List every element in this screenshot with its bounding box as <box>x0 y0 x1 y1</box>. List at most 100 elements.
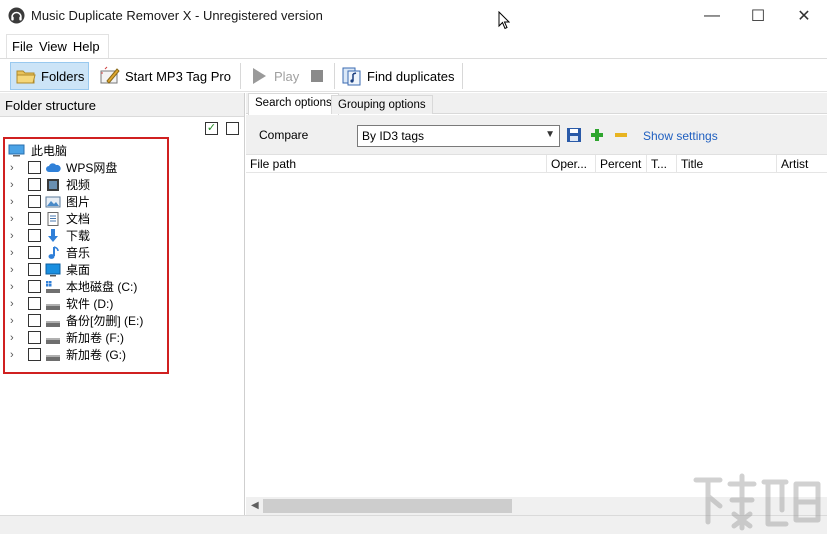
close-button[interactable]: ✕ <box>781 0 827 31</box>
tree-node[interactable]: › 下载 <box>3 227 243 244</box>
expand-chevron-icon[interactable]: › <box>10 264 19 276</box>
column-header-artist[interactable]: Artist <box>777 155 827 173</box>
expand-chevron-icon[interactable]: › <box>10 247 19 259</box>
node-checkbox[interactable] <box>28 212 41 225</box>
folder-tree: 此电脑 › WPS网盘 › 视频 › 图片 › 文档 › 下载 › 音乐 › 桌… <box>3 142 243 363</box>
node-label: 备份[勿删] (E:) <box>66 314 144 328</box>
save-icon[interactable] <box>566 127 582 143</box>
expand-chevron-icon[interactable]: › <box>10 196 19 208</box>
expand-chevron-icon[interactable]: › <box>10 230 19 242</box>
node-label: WPS网盘 <box>66 161 118 175</box>
node-checkbox[interactable] <box>28 263 41 276</box>
menu-help[interactable]: Help <box>70 39 103 54</box>
drive-icon <box>46 303 60 310</box>
results-panel: Search options Grouping options Compare … <box>246 93 827 515</box>
tree-node[interactable]: › 图片 <box>3 193 243 210</box>
node-checkbox[interactable] <box>28 246 41 259</box>
check-all-checkbox[interactable]: ✓ <box>205 122 218 135</box>
maximize-button[interactable]: ☐ <box>735 0 781 31</box>
tree-node[interactable]: › WPS网盘 <box>3 159 243 176</box>
expand-chevron-icon[interactable]: › <box>10 213 19 225</box>
tree-node[interactable]: › 视频 <box>3 176 243 193</box>
tree-node[interactable]: › 本地磁盘 (C:) <box>3 278 243 295</box>
node-label: 本地磁盘 (C:) <box>66 280 138 294</box>
folder-structure-header: Folder structure <box>0 93 244 117</box>
stop-button[interactable] <box>311 70 323 82</box>
tab-grouping-options[interactable]: Grouping options <box>331 95 433 114</box>
drive-icon <box>46 337 60 344</box>
minimize-button[interactable]: — <box>689 0 735 31</box>
minimize-icon: — <box>704 6 720 24</box>
column-header-title[interactable]: Title <box>677 155 777 173</box>
toolbar-separator <box>334 63 335 89</box>
remove-icon[interactable] <box>613 127 629 143</box>
add-icon[interactable] <box>589 127 605 143</box>
expand-chevron-icon[interactable]: › <box>10 281 19 293</box>
scroll-left-icon[interactable]: ◀ <box>251 500 259 511</box>
node-checkbox[interactable] <box>28 314 41 327</box>
tree-node[interactable]: › 音乐 <box>3 244 243 261</box>
menu-view[interactable]: View <box>36 39 70 54</box>
folder-icon <box>16 70 36 84</box>
node-checkbox[interactable] <box>28 280 41 293</box>
expand-chevron-icon[interactable]: › <box>10 298 19 310</box>
title-bar: Music Duplicate Remover X - Unregistered… <box>0 0 827 31</box>
node-checkbox[interactable] <box>28 297 41 310</box>
find-duplicates-label: Find duplicates <box>367 68 455 84</box>
find-duplicates-icon <box>342 67 361 86</box>
folders-button[interactable]: Folders <box>10 62 90 90</box>
find-duplicates-button[interactable]: Find duplicates <box>341 62 454 90</box>
node-checkbox[interactable] <box>28 161 41 174</box>
tree-node[interactable]: › 新加卷 (F:) <box>3 329 243 346</box>
cloud-icon <box>46 162 61 172</box>
scrollbar-thumb[interactable] <box>263 499 512 513</box>
column-header-operation[interactable]: Oper... <box>547 155 596 173</box>
start-mp3-label: Start MP3 Tag Pro <box>125 68 231 84</box>
pictures-icon <box>45 196 61 207</box>
compare-dropdown[interactable]: By ID3 tags ▼ <box>357 125 560 147</box>
node-checkbox[interactable] <box>28 178 41 191</box>
tree-node[interactable]: › 文档 <box>3 210 243 227</box>
node-checkbox[interactable] <box>28 229 41 242</box>
play-label: Play <box>274 68 300 84</box>
node-checkbox[interactable] <box>28 331 41 344</box>
expand-chevron-icon[interactable]: › <box>10 179 19 191</box>
column-header-file-path[interactable]: File path <box>246 155 547 173</box>
expand-chevron-icon[interactable]: › <box>10 162 19 174</box>
drive-icon <box>46 320 60 327</box>
tree-node[interactable]: › 新加卷 (G:) <box>3 346 243 363</box>
tab-search-options[interactable]: Search options <box>248 93 339 115</box>
menu-bar: File View Help <box>0 31 827 58</box>
play-button[interactable]: Play <box>248 62 299 90</box>
folders-label: Folders <box>41 68 85 84</box>
tree-node[interactable]: › 软件 (D:) <box>3 295 243 312</box>
node-label: 桌面 <box>66 263 91 277</box>
node-checkbox[interactable] <box>28 348 41 361</box>
expand-chevron-icon[interactable]: › <box>10 349 19 361</box>
node-label: 新加卷 (G:) <box>66 348 126 362</box>
tree-node[interactable]: › 桌面 <box>3 261 243 278</box>
node-checkbox[interactable] <box>28 195 41 208</box>
watermark-logo <box>693 473 821 531</box>
window-title: Music Duplicate Remover X - Unregistered… <box>31 8 323 23</box>
tree-root-this-pc[interactable]: 此电脑 <box>3 142 243 159</box>
expand-chevron-icon[interactable]: › <box>10 332 19 344</box>
results-table-body[interactable] <box>246 174 827 497</box>
music-icon <box>48 245 59 259</box>
tag-edit-icon <box>100 66 120 84</box>
expand-chevron-icon[interactable]: › <box>10 315 19 327</box>
node-label: 下载 <box>66 229 91 243</box>
toolbar: Folders Start MP3 Tag Pro Play Find dupl… <box>0 58 827 92</box>
tree-node[interactable]: › 备份[勿删] (E:) <box>3 312 243 329</box>
start-mp3-tag-pro-button[interactable]: Start MP3 Tag Pro <box>99 62 231 90</box>
uncheck-all-checkbox[interactable] <box>226 122 239 135</box>
show-settings-link[interactable]: Show settings <box>643 129 718 143</box>
node-label: 软件 (D:) <box>66 297 114 311</box>
menu-file[interactable]: File <box>9 39 36 54</box>
video-icon <box>47 178 59 191</box>
download-icon <box>48 228 58 242</box>
compare-value: By ID3 tags <box>362 129 425 143</box>
node-label: 文档 <box>66 212 91 226</box>
column-header-t[interactable]: T... <box>647 155 677 173</box>
column-header-percent[interactable]: Percent <box>596 155 647 173</box>
